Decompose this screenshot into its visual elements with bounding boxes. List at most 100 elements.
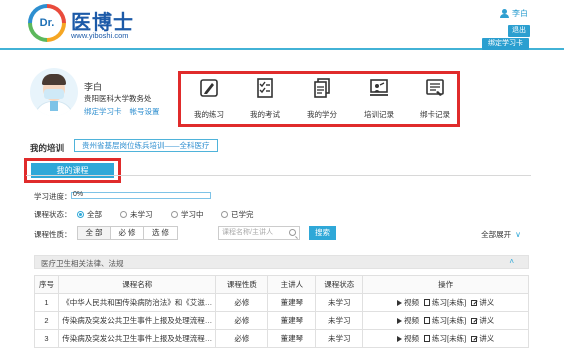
header-user[interactable]: 李白 bbox=[500, 8, 528, 19]
divider bbox=[26, 175, 531, 176]
document-icon bbox=[424, 317, 431, 324]
notes-link[interactable]: 讲义 bbox=[471, 297, 494, 308]
notes-label: 讲义 bbox=[479, 316, 495, 325]
quick-item-practice[interactable]: 我的练习 bbox=[181, 74, 237, 120]
video-link[interactable]: 视频 bbox=[397, 315, 419, 326]
search-button[interactable]: 搜索 bbox=[309, 226, 336, 240]
quick-item-label: 我的学分 bbox=[307, 110, 337, 119]
cell-no: 3 bbox=[34, 329, 59, 348]
practice-link[interactable]: 练习[未练] bbox=[424, 333, 466, 344]
chevron-down-icon: ∨ bbox=[515, 230, 521, 239]
avatar bbox=[30, 68, 78, 116]
quick-item-card-record[interactable]: 绑卡记录 bbox=[407, 74, 463, 120]
edit-icon bbox=[471, 317, 478, 324]
table-row: 3 传染病及突发公共卫生事件上报及处理流程… 必修 董建琴 未学习 视频 练习[… bbox=[34, 329, 529, 348]
bind-card-link[interactable]: 绑定学习卡 bbox=[84, 106, 122, 117]
section-title: 医疗卫生相关法律、法规 bbox=[41, 259, 124, 268]
course-name-link[interactable]: 传染病及突发公共卫生事件上报及处理流程… bbox=[57, 311, 217, 330]
col-header-status: 课程状态 bbox=[315, 275, 364, 294]
col-header-lecturer: 主讲人 bbox=[267, 275, 317, 294]
table-row: 1 《中华人民共和国传染病防治法》和《艾滋… 必修 董建琴 未学习 视频 练习[… bbox=[34, 293, 529, 312]
logo-mark-text: Dr. bbox=[32, 8, 62, 38]
practice-link[interactable]: 练习[未练] bbox=[424, 315, 466, 326]
quick-item-label: 培训记录 bbox=[364, 110, 394, 119]
training-tab[interactable]: 贵州省基层岗位练兵培训——全科医疗 bbox=[74, 139, 218, 152]
cell-no: 2 bbox=[34, 311, 59, 330]
course-name-link[interactable]: 《中华人民共和国传染病防治法》和《艾滋… bbox=[57, 293, 217, 312]
quick-item-credits[interactable]: 我的学分 bbox=[294, 74, 350, 120]
status-option-not-started[interactable]: 未学习 bbox=[120, 209, 153, 220]
course-name-link[interactable]: 传染病及突发公共卫生事件上报及处理流程… bbox=[57, 329, 217, 348]
cell-status: 未学习 bbox=[315, 311, 364, 330]
header-user-name: 李白 bbox=[512, 9, 528, 18]
document-icon bbox=[314, 78, 330, 98]
video-link[interactable]: 视频 bbox=[397, 297, 419, 308]
pencil-icon bbox=[200, 79, 218, 97]
nature-option-all[interactable]: 全 部 bbox=[78, 227, 111, 239]
checklist-icon bbox=[257, 78, 273, 98]
quick-menu: 我的练习 我的考试 我的学分 培训记录 绑卡记录 bbox=[178, 71, 460, 127]
nature-label: 课程性质： bbox=[34, 230, 72, 239]
quick-item-label: 绑卡记录 bbox=[420, 110, 450, 119]
notes-link[interactable]: 讲义 bbox=[471, 315, 494, 326]
progress-label: 学习进度： bbox=[34, 192, 72, 201]
edit-icon bbox=[471, 335, 478, 342]
logout-button[interactable]: 退出 bbox=[508, 25, 530, 37]
nature-option-elective[interactable]: 选 修 bbox=[144, 227, 177, 239]
progress-text: 0% bbox=[73, 191, 84, 198]
cell-actions: 视频 练习[未练] 讲义 bbox=[362, 293, 529, 312]
practice-link[interactable]: 练习[未练] bbox=[424, 297, 466, 308]
card-record-icon bbox=[426, 79, 444, 96]
profile-links: 绑定学习卡 帐号设置 bbox=[84, 106, 160, 117]
document-icon bbox=[424, 299, 431, 306]
table-header-row: 序号 课程名称 课程性质 主讲人 课程状态 操作 bbox=[34, 275, 529, 294]
notes-link[interactable]: 讲义 bbox=[471, 333, 494, 344]
section-header[interactable]: 医疗卫生相关法律、法规 ˄ bbox=[34, 255, 529, 269]
user-icon bbox=[500, 9, 509, 18]
account-settings-link[interactable]: 帐号设置 bbox=[130, 106, 160, 117]
quick-item-training-record[interactable]: 培训记录 bbox=[351, 74, 407, 120]
nature-option-required[interactable]: 必 修 bbox=[111, 227, 144, 239]
chevron-up-icon[interactable]: ˄ bbox=[509, 257, 514, 266]
bind-card-button[interactable]: 绑定学习卡 bbox=[482, 38, 529, 50]
document-icon bbox=[424, 335, 431, 342]
profile-institution: 贵阳医科大学教务处 bbox=[84, 94, 152, 103]
cell-status: 未学习 bbox=[315, 329, 364, 348]
practice-label: 练习[未练] bbox=[432, 334, 467, 343]
training-label: 我的培训 bbox=[30, 143, 65, 153]
expand-all-button[interactable]: 全部展开 ∨ bbox=[481, 229, 521, 240]
cell-nature: 必修 bbox=[215, 293, 269, 312]
status-label: 课程状态： bbox=[34, 210, 72, 219]
col-header-nature: 课程性质 bbox=[215, 275, 269, 294]
search-icon bbox=[289, 229, 296, 236]
progress-bar bbox=[71, 192, 211, 199]
nature-segment: 全 部 必 修 选 修 bbox=[77, 226, 178, 240]
video-label: 视频 bbox=[404, 334, 420, 343]
status-option-completed[interactable]: 已学完 bbox=[221, 209, 254, 220]
profile-name: 李白 bbox=[84, 82, 103, 92]
status-option-in-progress[interactable]: 学习中 bbox=[171, 209, 204, 220]
radio-icon bbox=[171, 211, 178, 218]
search-input[interactable]: 课程名称/主讲人 bbox=[218, 226, 300, 240]
top-header: Dr. 医博士 www.yiboshi.com 李白 退出 绑定学习卡 bbox=[0, 0, 564, 50]
presenter-icon bbox=[370, 79, 388, 96]
cell-lecturer: 董建琴 bbox=[267, 329, 317, 348]
status-option-label: 已学完 bbox=[231, 210, 254, 219]
quick-item-label: 我的练习 bbox=[194, 110, 224, 119]
radio-icon bbox=[221, 211, 228, 218]
video-link[interactable]: 视频 bbox=[397, 333, 419, 344]
radio-icon bbox=[77, 211, 84, 218]
notes-label: 讲义 bbox=[479, 298, 495, 307]
play-icon bbox=[397, 335, 403, 342]
quick-item-exam[interactable]: 我的考试 bbox=[237, 74, 293, 120]
video-label: 视频 bbox=[404, 316, 420, 325]
logo-mark[interactable]: Dr. bbox=[28, 4, 66, 42]
cell-nature: 必修 bbox=[215, 311, 269, 330]
cell-lecturer: 董建琴 bbox=[267, 311, 317, 330]
my-course-tab-highlight: 我的课程 bbox=[24, 158, 121, 183]
play-icon bbox=[397, 299, 403, 306]
status-option-all[interactable]: 全部 bbox=[77, 209, 102, 220]
expand-all-label: 全部展开 bbox=[481, 230, 512, 239]
status-option-label: 未学习 bbox=[130, 210, 153, 219]
search-placeholder: 课程名称/主讲人 bbox=[222, 229, 273, 236]
